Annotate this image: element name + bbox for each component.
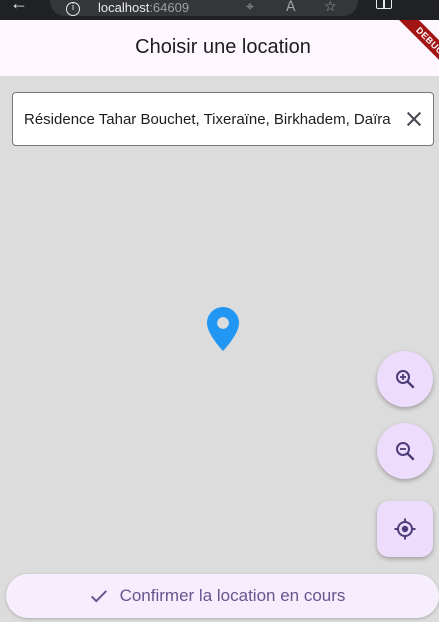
favorite-star-icon[interactable]: ☆ (324, 0, 337, 15)
zoom-out-icon (396, 442, 415, 461)
confirm-button-label: Confirmer la location en cours (119, 586, 346, 605)
split-screen-icon[interactable] (376, 0, 392, 9)
url-port: :64609 (149, 0, 190, 15)
search-field[interactable]: Résidence Tahar Bouchet, Tixeraïne, Birk… (12, 92, 434, 146)
zoom-out-button[interactable] (377, 423, 433, 479)
close-icon[interactable] (401, 106, 427, 132)
check-icon (90, 590, 107, 603)
url-text: localhost:64609 (98, 0, 189, 16)
search-input[interactable]: Résidence Tahar Bouchet, Tixeraïne, Birk… (24, 110, 395, 130)
address-bar[interactable]: i localhost:64609 ⌖ A ☆ (50, 0, 358, 16)
my-location-icon (394, 518, 416, 540)
map-attribution[interactable]: ​ (315, 617, 427, 622)
more-options-icon[interactable]: ··· (418, 0, 437, 8)
location-pin-icon (207, 307, 239, 351)
my-location-button[interactable] (377, 501, 433, 557)
debug-banner: DEBUG (389, 20, 439, 70)
read-aloud-icon[interactable]: A (286, 0, 296, 15)
info-icon[interactable]: i (66, 2, 80, 16)
confirm-location-button[interactable]: Confirmer la location en cours (6, 574, 439, 618)
browser-toolbar: ← i localhost:64609 ⌖ A ☆ ··· (0, 0, 439, 20)
zoom-in-icon (396, 370, 415, 389)
zoom-in-button[interactable] (377, 351, 433, 407)
debug-banner-label: DEBUG (396, 20, 439, 70)
back-arrow-icon[interactable]: ← (10, 0, 28, 12)
page-title: Choisir une location (135, 36, 311, 58)
map-view[interactable] (0, 146, 439, 622)
location-permission-icon[interactable]: ⌖ (246, 0, 254, 15)
url-host: localhost (98, 0, 150, 15)
app-bar: Choisir une location (0, 20, 439, 76)
